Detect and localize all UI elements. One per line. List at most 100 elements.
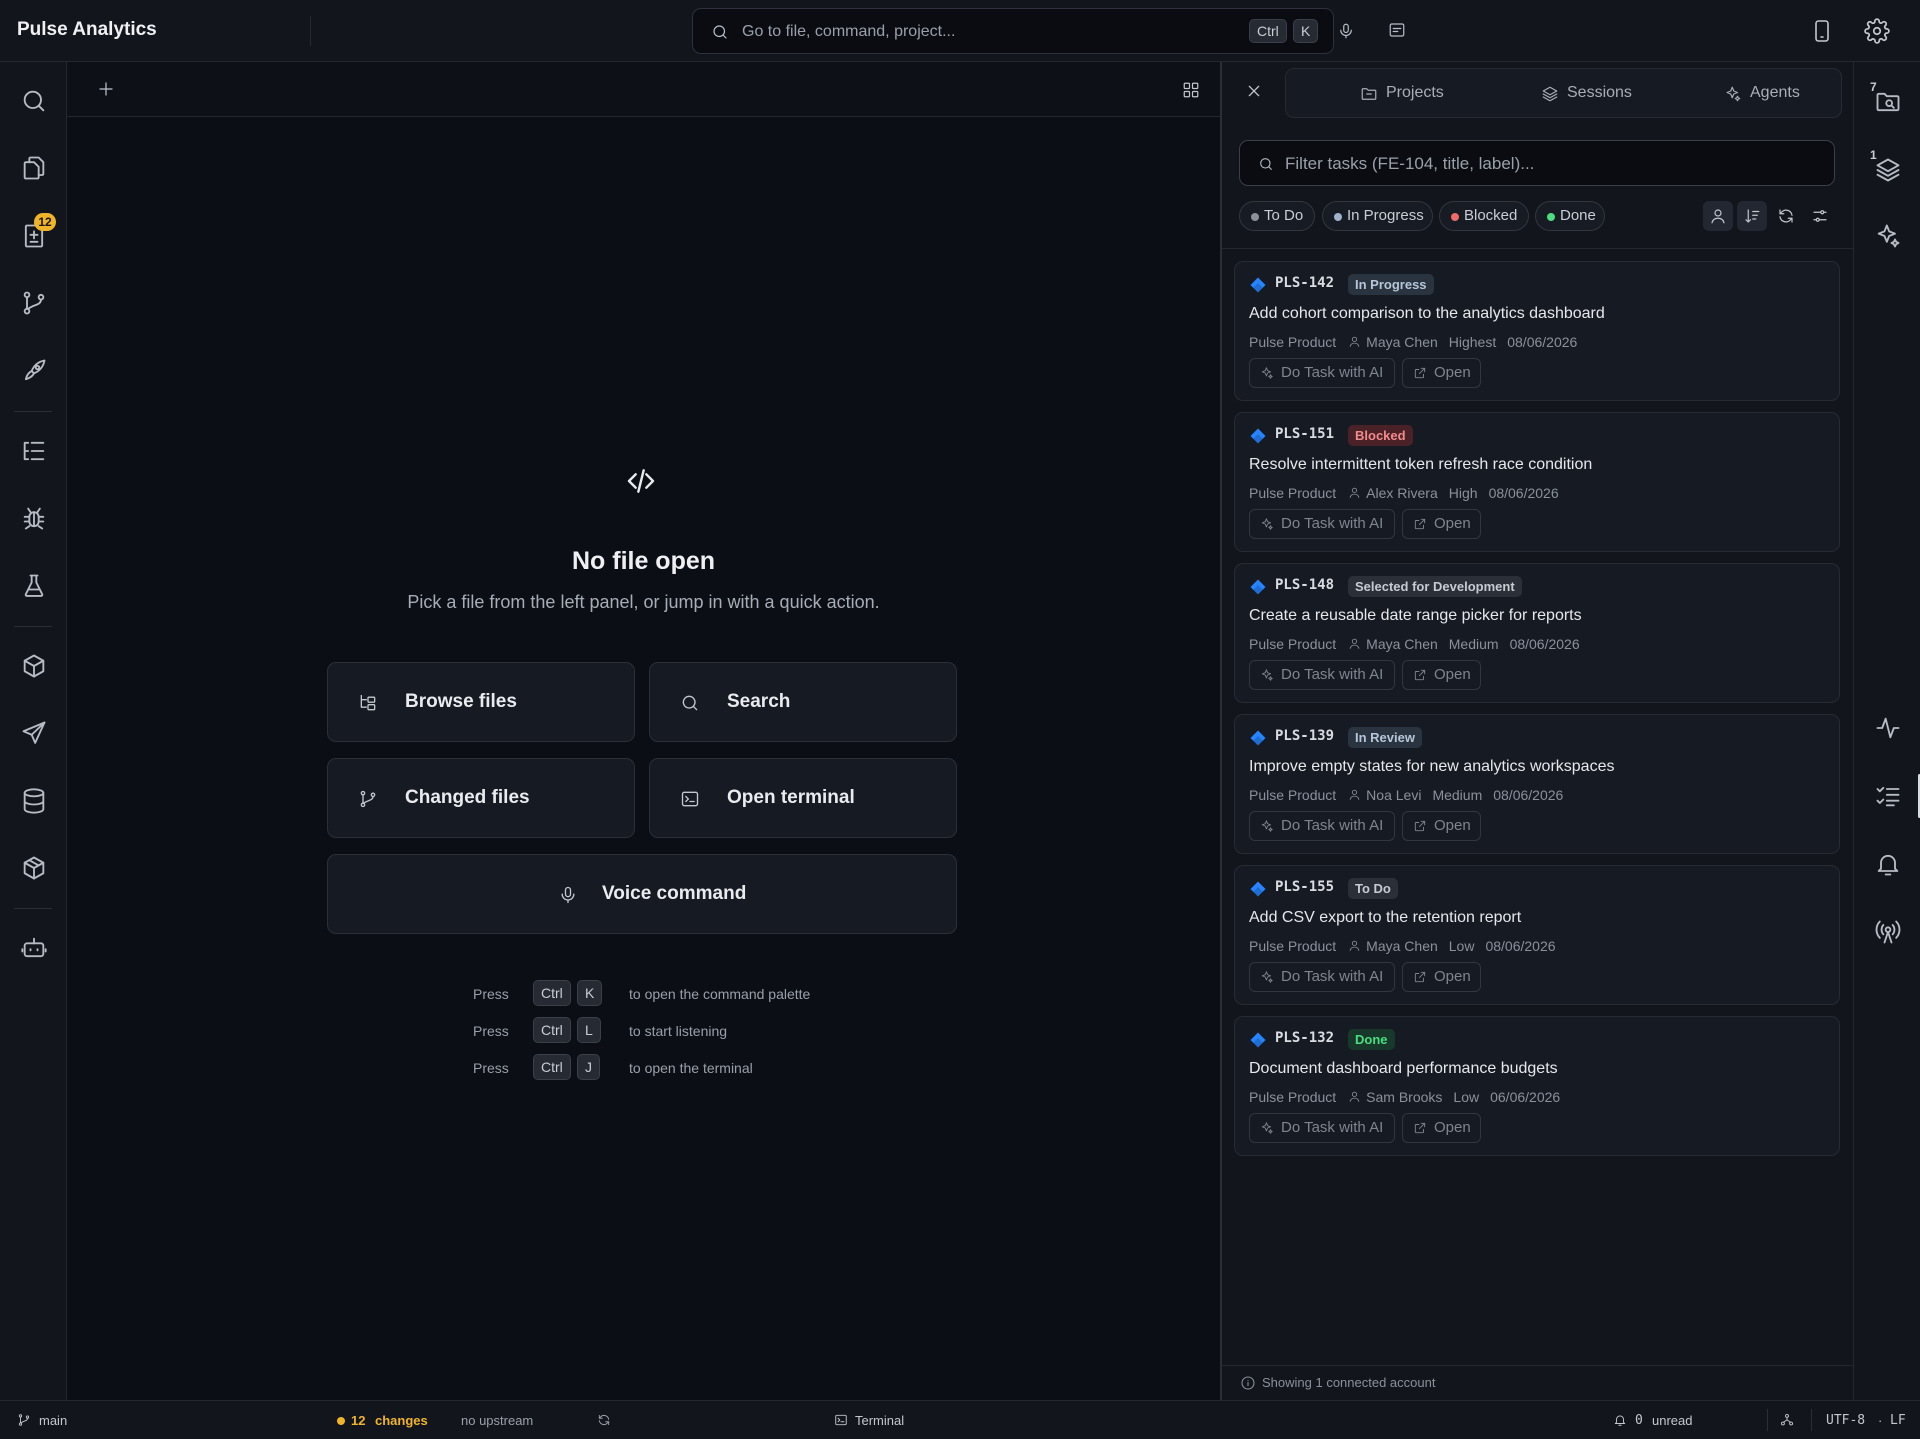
open-task-button[interactable]: Open: [1402, 811, 1481, 841]
network-icon[interactable]: [1780, 1413, 1794, 1427]
user-icon: [1348, 486, 1361, 499]
do-task-with-ai-button[interactable]: Do Task with AI: [1249, 358, 1395, 388]
git-branch-icon[interactable]: [20, 289, 48, 317]
info-icon: [1240, 1375, 1256, 1391]
task-key[interactable]: PLS-151: [1275, 426, 1334, 442]
open-task-button[interactable]: Open: [1402, 962, 1481, 992]
send-icon[interactable]: [20, 719, 48, 747]
search-icon[interactable]: [20, 87, 48, 115]
command-search-placeholder: Go to file, command, project...: [742, 23, 956, 40]
refresh-icon[interactable]: [1771, 201, 1801, 231]
filter-chip-done[interactable]: Done: [1535, 201, 1605, 231]
microphone-icon[interactable]: [1337, 21, 1355, 41]
sliders-icon[interactable]: [1805, 201, 1835, 231]
filter-chip-blocked[interactable]: Blocked: [1439, 201, 1529, 231]
shortcut-key: L: [577, 1017, 601, 1043]
search-button[interactable]: Search: [649, 662, 957, 742]
task-assignee: Noa Levi: [1366, 787, 1422, 804]
task-filter-input[interactable]: Filter tasks (FE-104, title, label)...: [1239, 140, 1835, 186]
voice-command-button[interactable]: Voice command: [327, 854, 957, 934]
close-icon[interactable]: [1246, 83, 1262, 99]
package-icon[interactable]: [20, 652, 48, 680]
flask-icon[interactable]: [20, 572, 48, 600]
tab-agents-label: Agents: [1750, 84, 1800, 101]
mobile-preview-icon[interactable]: [1810, 18, 1834, 44]
task-card[interactable]: PLS-132 Done Document dashboard performanc…: [1234, 1016, 1840, 1156]
task-card[interactable]: PLS-155 To Do Add CSV export to the retent…: [1234, 865, 1840, 1005]
jira-icon: [1249, 276, 1267, 294]
branch-name[interactable]: main: [39, 1413, 67, 1428]
code-icon: [625, 465, 657, 497]
task-key[interactable]: PLS-142: [1275, 275, 1334, 291]
changed-files-button[interactable]: Changed files: [327, 758, 635, 838]
activity-icon[interactable]: [1874, 714, 1902, 742]
filter-chip-in-progress[interactable]: In Progress: [1322, 201, 1433, 231]
shortcut-key: Ctrl: [533, 980, 571, 1006]
bug-icon[interactable]: [20, 504, 48, 532]
task-card[interactable]: PLS-139 In Review Improve empty states for…: [1234, 714, 1840, 854]
panel-layout-icon[interactable]: [1388, 21, 1406, 39]
database-icon[interactable]: [20, 787, 48, 815]
task-key[interactable]: PLS-139: [1275, 728, 1334, 744]
git-branch-icon: [17, 1413, 31, 1427]
projects-icon[interactable]: [1874, 88, 1902, 116]
files-icon[interactable]: [20, 154, 48, 182]
task-title[interactable]: Add CSV export to the retention report: [1249, 909, 1521, 927]
open-task-button[interactable]: Open: [1402, 660, 1481, 690]
task-priority: Low: [1453, 1089, 1480, 1106]
plus-icon[interactable]: [97, 80, 115, 98]
user-icon[interactable]: [1703, 201, 1733, 231]
do-task-with-ai-button[interactable]: Do Task with AI: [1249, 811, 1395, 841]
task-title[interactable]: Document dashboard performance budgets: [1249, 1060, 1558, 1078]
line-ending[interactable]: LF: [1890, 1413, 1906, 1428]
open-terminal-button[interactable]: Open terminal: [649, 758, 957, 838]
unread-count[interactable]: 0: [1635, 1413, 1643, 1428]
open-task-button[interactable]: Open: [1402, 358, 1481, 388]
do-task-with-ai-button[interactable]: Do Task with AI: [1249, 1113, 1395, 1143]
task-title[interactable]: Create a reusable date range picker for …: [1249, 607, 1582, 625]
task-card[interactable]: PLS-151 Blocked Resolve intermittent token…: [1234, 412, 1840, 552]
bot-icon[interactable]: [20, 934, 48, 962]
rocket-icon[interactable]: [20, 357, 48, 385]
task-card[interactable]: PLS-142 In Progress Add cohort comparison …: [1234, 261, 1840, 401]
task-key[interactable]: PLS-132: [1275, 1030, 1334, 1046]
open-task-button[interactable]: Open: [1402, 1113, 1481, 1143]
browse-files-button[interactable]: Browse files: [327, 662, 635, 742]
filter-chip-todo[interactable]: To Do: [1239, 201, 1315, 231]
do-task-with-ai-button[interactable]: Do Task with AI: [1249, 962, 1395, 992]
changes-label[interactable]: changes: [375, 1413, 428, 1428]
box-icon[interactable]: [20, 854, 48, 882]
do-task-with-ai-button[interactable]: Do Task with AI: [1249, 660, 1395, 690]
encoding[interactable]: UTF-8: [1826, 1413, 1865, 1428]
task-title[interactable]: Improve empty states for new analytics w…: [1249, 758, 1614, 776]
broadcast-icon[interactable]: [1874, 918, 1902, 946]
command-search-input[interactable]: Go to file, command, project... Ctrl K: [692, 8, 1352, 54]
task-card[interactable]: PLS-148 Selected for Development Create a …: [1234, 563, 1840, 703]
task-key[interactable]: PLS-155: [1275, 879, 1334, 895]
task-key[interactable]: PLS-148: [1275, 577, 1334, 593]
open-task-button[interactable]: Open: [1402, 509, 1481, 539]
do-task-label: Do Task with AI: [1281, 364, 1384, 381]
grid-icon[interactable]: [1182, 81, 1200, 99]
sparkles-icon[interactable]: [1874, 222, 1902, 250]
changes-count[interactable]: 12: [351, 1413, 365, 1428]
task-title[interactable]: Resolve intermittent token refresh race …: [1249, 456, 1592, 474]
do-task-with-ai-button[interactable]: Do Task with AI: [1249, 509, 1395, 539]
list-tree-icon[interactable]: [20, 437, 48, 465]
sort-icon[interactable]: [1737, 201, 1767, 231]
hint-description: to open the command palette: [629, 986, 811, 1002]
search-icon: [1258, 156, 1274, 172]
unread-label[interactable]: unread: [1652, 1413, 1692, 1428]
shortcut-key: J: [577, 1054, 600, 1080]
sync-icon[interactable]: [597, 1413, 611, 1427]
task-title[interactable]: Add cohort comparison to the analytics d…: [1249, 305, 1605, 323]
terminal-toggle[interactable]: Terminal: [855, 1413, 904, 1428]
task-date: 06/06/2026: [1490, 1089, 1561, 1106]
search-icon: [680, 693, 700, 713]
user-icon: [1348, 1090, 1361, 1103]
task-list-icon[interactable]: [1874, 782, 1902, 810]
bell-icon[interactable]: [1874, 850, 1902, 878]
microphone-icon: [558, 885, 578, 905]
layers-icon[interactable]: [1874, 156, 1902, 184]
gear-icon[interactable]: [1864, 18, 1890, 44]
